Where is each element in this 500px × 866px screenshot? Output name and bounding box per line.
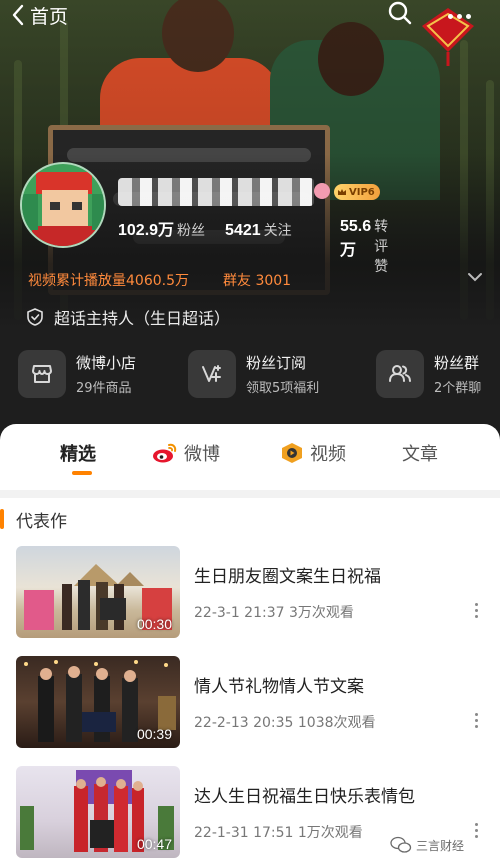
video-thumbnail[interactable]: 00:30 [16, 546, 180, 638]
service-fan-subscription[interactable]: 粉丝订阅 领取5项福利 [188, 346, 319, 402]
video-meta: 22-1-31 17:51 1万次观看 [194, 825, 363, 841]
video-meta: 22-2-13 20:35 1038次观看 [194, 715, 376, 731]
video-duration: 00:47 [136, 836, 172, 852]
followers-label: 粉丝 [177, 223, 206, 239]
service-title: 粉丝订阅 [246, 354, 307, 372]
profile-info-row: 视频累计播放量4060.5万 群友 3001 [28, 268, 291, 292]
profile-header: 首页 VIP6 102.9万 粉丝 5421 关注 55.6万 转评赞 视频累计… [0, 0, 500, 440]
subscribe-icon [202, 365, 221, 382]
supertopic-host-row[interactable]: 超话主持人（生日超话） [26, 304, 230, 330]
content-card: 精选 微博 视频 文章 代表作 00:30 生日朋友圈文案生日祝福 22-3-1… [0, 424, 500, 866]
active-tab-indicator [72, 471, 92, 475]
avatar[interactable] [20, 162, 106, 248]
more-vertical-icon[interactable] [468, 708, 484, 732]
tab-label: 视频 [310, 444, 346, 465]
vip-label: VIP6 [349, 186, 375, 198]
list-item[interactable]: 00:39 情人节礼物情人节文案 22-2-13 20:35 1038次观看 [0, 656, 500, 766]
stat-followers[interactable]: 102.9万 粉丝 [118, 216, 205, 240]
weibo-icon [153, 443, 177, 463]
watermark-text: 三言财经 [416, 838, 465, 853]
group-icon [389, 365, 411, 382]
service-title: 粉丝群 [434, 354, 480, 372]
host-label: 超话主持人（生日超话） [54, 309, 231, 328]
video-list: 00:30 生日朋友圈文案生日祝福 22-3-1 21:37 3万次观看 00:… [0, 546, 500, 866]
stat-following[interactable]: 5421 关注 [225, 220, 292, 240]
tab-label: 微博 [184, 444, 220, 465]
more-vertical-icon[interactable] [468, 598, 484, 622]
shield-check-icon [27, 308, 43, 326]
section-header: 代表作 [0, 498, 500, 540]
divider [0, 490, 500, 498]
tab-video[interactable]: 视频 [280, 424, 346, 482]
video-meta: 22-3-1 21:37 3万次观看 [194, 605, 354, 621]
interactions-label: 转评赞 [374, 219, 389, 275]
tab-label: 精选 [60, 444, 96, 465]
service-subtitle: 2个群聊 [434, 381, 482, 396]
fan-group-count[interactable]: 群友 3001 [223, 270, 291, 290]
stat-reposts-likes[interactable]: 55.6万 转评赞 [340, 216, 388, 276]
crown-icon [338, 189, 346, 195]
username-blurred [118, 178, 314, 206]
wechat-icon [390, 836, 412, 853]
service-subtitle: 29件商品 [76, 381, 132, 396]
list-item[interactable]: 00:30 生日朋友圈文案生日祝福 22-3-1 21:37 3万次观看 [0, 546, 500, 656]
vip-badge[interactable]: VIP6 [334, 184, 380, 200]
video-icon [282, 443, 302, 463]
more-vertical-icon[interactable] [468, 818, 484, 842]
service-weibo-shop[interactable]: 微博小店 29件商品 [18, 346, 136, 402]
followers-count: 102.9万 [118, 222, 175, 239]
back-button[interactable]: 首页 [10, 0, 68, 30]
service-fan-group[interactable]: 粉丝群 2个群聊 [376, 346, 481, 402]
video-title[interactable]: 达人生日祝福生日快乐表情包 [194, 782, 415, 807]
following-label: 关注 [263, 223, 292, 239]
profile-tabs: 精选 微博 视频 文章 [0, 424, 500, 482]
search-icon[interactable] [386, 0, 414, 28]
video-title[interactable]: 生日朋友圈文案生日祝福 [194, 562, 381, 587]
top-bar: 首页 [0, 0, 500, 66]
tab-articles[interactable]: 文章 [402, 424, 438, 482]
chevron-left-icon [12, 4, 24, 26]
video-duration: 00:30 [136, 616, 172, 632]
service-title: 微博小店 [76, 354, 137, 372]
tab-weibo[interactable]: 微博 [152, 424, 220, 482]
video-duration: 00:39 [136, 726, 172, 742]
back-label: 首页 [30, 5, 69, 28]
interactions-count: 55.6万 [340, 218, 372, 259]
shop-icon [32, 365, 52, 383]
video-title[interactable]: 情人节礼物情人节文案 [194, 672, 364, 697]
watermark: 三言财经 [390, 834, 464, 856]
video-thumbnail[interactable]: 00:47 [16, 766, 180, 858]
gender-icon [314, 183, 330, 199]
profile-stats: 102.9万 粉丝 5421 关注 55.6万 转评赞 [118, 216, 388, 275]
tab-label: 文章 [402, 444, 438, 465]
service-entries: 微博小店 29件商品 粉丝订阅 领取5项福利 粉丝群 2个群聊 [0, 346, 500, 402]
video-thumbnail[interactable]: 00:39 [16, 656, 180, 748]
more-options-button[interactable] [446, 4, 476, 24]
chevron-down-icon[interactable] [466, 270, 484, 284]
service-subtitle: 领取5项福利 [246, 381, 320, 396]
section-title: 代表作 [16, 511, 67, 532]
weibo-profile-page: 首页 VIP6 102.9万 粉丝 5421 关注 55.6万 转评赞 视频累计… [0, 0, 500, 866]
following-count: 5421 [225, 222, 261, 239]
video-play-count: 视频累计播放量4060.5万 [28, 273, 189, 289]
